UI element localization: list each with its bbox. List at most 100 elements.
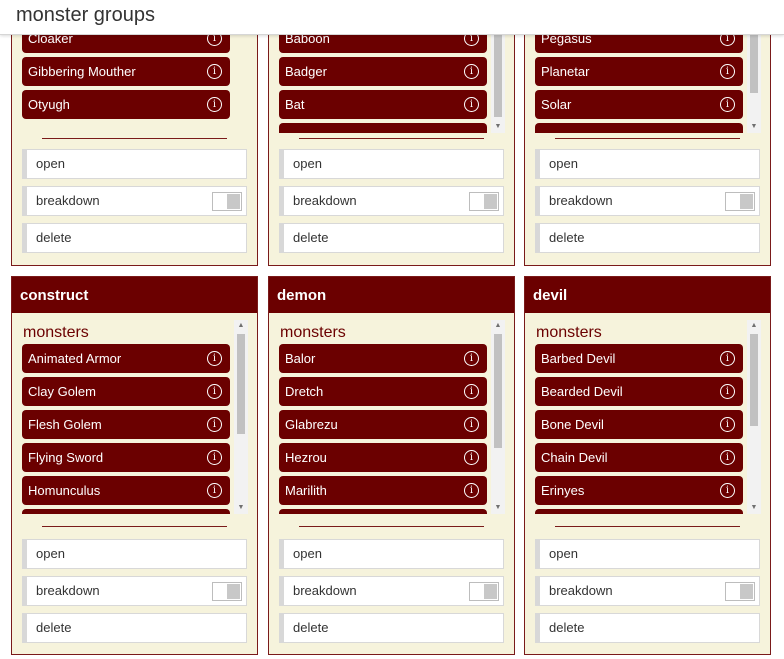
monster-item[interactable]: Homunculus i (22, 476, 230, 505)
breakdown-toggle[interactable] (469, 582, 499, 601)
monster-item[interactable]: Bat i (279, 90, 487, 119)
info-icon[interactable]: i (464, 483, 479, 498)
info-icon[interactable]: i (207, 64, 222, 79)
breakdown-toggle[interactable] (212, 192, 242, 211)
breakdown-row: breakdown (22, 186, 247, 216)
monster-list[interactable]: Animated Armor i Clay Golem i Flesh Golem i… (22, 320, 248, 514)
open-button[interactable]: open (22, 539, 247, 569)
monster-item[interactable]: Planetar i (535, 57, 743, 86)
breakdown-row: breakdown (535, 186, 760, 216)
monster-item[interactable]: Bone Devil i (535, 410, 743, 439)
monster-item[interactable] (535, 123, 743, 133)
divider (299, 138, 484, 139)
info-icon[interactable]: i (720, 64, 735, 79)
monster-item[interactable]: Badger i (279, 57, 487, 86)
monster-list[interactable]: Pegasus i Planetar i Solar i ▼ (535, 19, 761, 133)
monster-list[interactable]: Barbed Devil i Bearded Devil i Bone Devil i… (535, 320, 761, 514)
delete-button[interactable]: delete (22, 613, 247, 643)
info-icon[interactable]: i (720, 97, 735, 112)
open-button[interactable]: open (279, 539, 504, 569)
scroll-thumb[interactable] (494, 33, 502, 117)
monster-item[interactable]: Marilith i (279, 476, 487, 505)
monster-item[interactable] (279, 509, 487, 514)
delete-button[interactable]: delete (279, 613, 504, 643)
delete-button[interactable]: delete (535, 613, 760, 643)
delete-button[interactable]: delete (22, 223, 247, 253)
monster-item[interactable]: Solar i (535, 90, 743, 119)
monster-item[interactable] (279, 123, 487, 133)
triangle-up-icon[interactable]: ▲ (747, 320, 761, 332)
scrollbar[interactable]: ▼ (747, 19, 761, 133)
monster-list[interactable]: Cloaker i Gibbering Mouther i Otyugh i (22, 19, 248, 133)
monster-group-card-construct: construct monsters Animated Armor i Clay … (11, 276, 258, 655)
breakdown-toggle[interactable] (725, 582, 755, 601)
info-icon[interactable]: i (464, 351, 479, 366)
breakdown-row: breakdown (279, 576, 504, 606)
monster-item[interactable]: Gibbering Mouther i (22, 57, 230, 86)
info-icon[interactable]: i (720, 384, 735, 399)
monster-item[interactable]: Glabrezu i (279, 410, 487, 439)
info-icon[interactable]: i (207, 97, 222, 112)
triangle-up-icon[interactable]: ▲ (234, 320, 248, 332)
info-icon[interactable]: i (464, 417, 479, 432)
breakdown-toggle[interactable] (212, 582, 242, 601)
monster-item[interactable]: Hezrou i (279, 443, 487, 472)
monster-item[interactable]: Flesh Golem i (22, 410, 230, 439)
scroll-thumb[interactable] (494, 334, 502, 448)
triangle-down-icon[interactable]: ▼ (747, 121, 761, 133)
info-icon[interactable]: i (464, 97, 479, 112)
info-icon[interactable]: i (720, 450, 735, 465)
info-icon[interactable]: i (464, 450, 479, 465)
monster-item[interactable]: Chain Devil i (535, 443, 743, 472)
monster-item[interactable]: Animated Armor i (22, 344, 230, 373)
open-button[interactable]: open (535, 539, 760, 569)
breakdown-toggle[interactable] (469, 192, 499, 211)
open-button[interactable]: open (22, 149, 247, 179)
info-icon[interactable]: i (207, 417, 222, 432)
monster-item[interactable]: Erinyes i (535, 476, 743, 505)
triangle-down-icon[interactable]: ▼ (747, 502, 761, 514)
scroll-thumb[interactable] (237, 334, 245, 434)
open-button[interactable]: open (535, 149, 760, 179)
divider (42, 526, 227, 527)
info-icon[interactable]: i (207, 450, 222, 465)
scrollbar[interactable]: ▼ (491, 19, 505, 133)
info-icon[interactable]: i (207, 483, 222, 498)
triangle-down-icon[interactable]: ▼ (234, 502, 248, 514)
scrollbar[interactable]: ▲ ▼ (234, 320, 248, 514)
triangle-up-icon[interactable]: ▲ (491, 320, 505, 332)
info-icon[interactable]: i (720, 417, 735, 432)
monster-item[interactable]: Barbed Devil i (535, 344, 743, 373)
monster-item[interactable] (22, 509, 230, 514)
group-header[interactable]: demon (269, 277, 514, 313)
monster-list[interactable]: Baboon i Badger i Bat i ▼ (279, 19, 505, 133)
monster-item[interactable]: Flying Sword i (22, 443, 230, 472)
triangle-down-icon[interactable]: ▼ (491, 502, 505, 514)
triangle-down-icon[interactable]: ▼ (491, 121, 505, 133)
delete-button[interactable]: delete (535, 223, 760, 253)
info-icon[interactable]: i (464, 384, 479, 399)
monster-item[interactable]: Otyugh i (22, 90, 230, 119)
info-icon[interactable]: i (464, 64, 479, 79)
open-button[interactable]: open (279, 149, 504, 179)
delete-button[interactable]: delete (279, 223, 504, 253)
monster-list[interactable]: Balor i Dretch i Glabrezu i Hezrou i Marilit… (279, 320, 505, 514)
scroll-thumb[interactable] (750, 334, 758, 426)
info-icon[interactable]: i (720, 483, 735, 498)
toggle-knob (740, 584, 753, 599)
info-icon[interactable]: i (207, 384, 222, 399)
monster-item[interactable] (535, 509, 743, 514)
monster-item[interactable]: Balor i (279, 344, 487, 373)
divider (42, 138, 227, 139)
group-header[interactable]: devil (525, 277, 770, 313)
group-header[interactable]: construct (12, 277, 257, 313)
monster-item[interactable]: Bearded Devil i (535, 377, 743, 406)
scrollbar[interactable]: ▲ ▼ (491, 320, 505, 514)
monster-item[interactable]: Dretch i (279, 377, 487, 406)
info-icon[interactable]: i (207, 351, 222, 366)
info-icon[interactable]: i (720, 351, 735, 366)
toggle-knob (484, 194, 497, 209)
scrollbar[interactable]: ▲ ▼ (747, 320, 761, 514)
breakdown-toggle[interactable] (725, 192, 755, 211)
monster-item[interactable]: Clay Golem i (22, 377, 230, 406)
